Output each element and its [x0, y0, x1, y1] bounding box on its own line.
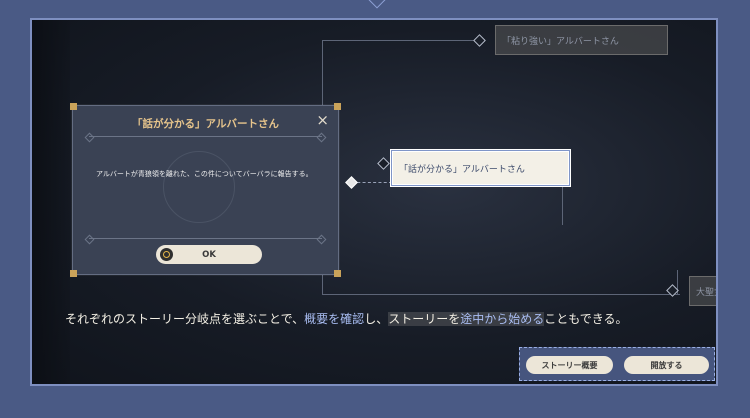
story-summary-button[interactable]: ストーリー概要 — [526, 356, 613, 374]
confirm-icon — [160, 248, 173, 261]
tutorial-part: こともできる。 — [544, 312, 628, 326]
top-marker-icon — [368, 0, 386, 9]
ok-button[interactable]: OK — [156, 245, 262, 264]
corner-ornament — [70, 270, 77, 277]
story-node-selected[interactable]: 「話が分かる」アルバートさん — [392, 151, 569, 185]
tree-line — [322, 294, 680, 295]
branch-node-icon[interactable] — [345, 176, 358, 189]
ok-button-label: OK — [202, 249, 216, 260]
branch-node-icon[interactable] — [473, 34, 486, 47]
corner-ornament — [334, 103, 341, 110]
divider-cap — [316, 132, 327, 143]
divider — [84, 234, 327, 245]
tutorial-part: ストーリーを — [388, 312, 461, 326]
divider-cap — [84, 132, 95, 143]
emblem-watermark — [163, 151, 235, 223]
story-node-top[interactable]: 「粘り強い」アルバートさん — [495, 25, 668, 55]
tutorial-boxed: ストーリーを途中から始める — [388, 312, 545, 326]
left-shade — [32, 20, 70, 384]
branch-node-icon[interactable] — [377, 157, 390, 170]
divider — [84, 132, 327, 143]
dialog-body: アルバートが青狼領を離れた、この件についてバーバラに報告する。 — [96, 170, 313, 178]
tutorial-part: し、 — [364, 312, 389, 326]
story-node-right[interactable]: 大聖女 — [689, 276, 716, 306]
story-branch-panel: 「粘り強い」アルバートさん 「話が分かる」アルバートさん 大聖女 「話が分かる」… — [30, 18, 718, 386]
divider-cap — [84, 234, 95, 245]
tutorial-text: それぞれのストーリー分岐点を選ぶことで、概要を確認し、ストーリーを途中から始める… — [65, 310, 628, 327]
corner-ornament — [70, 103, 77, 110]
divider-cap — [316, 234, 327, 245]
tree-line — [322, 40, 482, 41]
close-icon[interactable]: × — [316, 111, 329, 129]
tutorial-highlight: 途中から始める — [460, 312, 545, 326]
unlock-button[interactable]: 開放する — [624, 356, 709, 374]
dialog-title: 「話が分かる」アルバートさん — [132, 118, 279, 130]
tutorial-part: それぞれのストーリー分岐点を選ぶことで、 — [65, 312, 305, 326]
corner-ornament — [334, 270, 341, 277]
tutorial-highlight: 概要を確認 — [304, 312, 365, 326]
bottom-action-bar: ストーリー概要 開放する — [519, 347, 715, 381]
branch-dialog: 「話が分かる」アルバートさん × アルバートが青狼領を離れた、この件についてバー… — [70, 103, 341, 277]
